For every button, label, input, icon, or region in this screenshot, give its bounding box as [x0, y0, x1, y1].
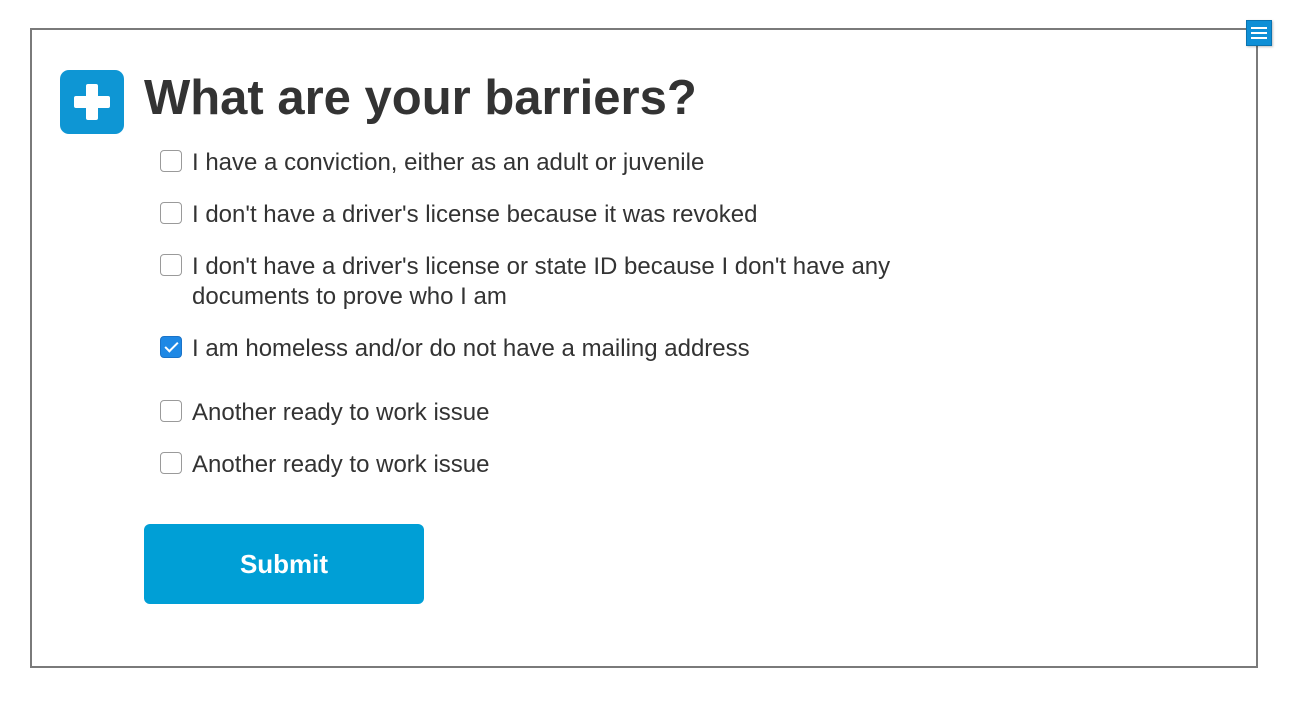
option-conviction[interactable]: I have a conviction, either as an adult … — [160, 148, 972, 178]
option-homeless[interactable]: I am homeless and/or do not have a maili… — [160, 334, 972, 364]
option-label: I don't have a driver's license because … — [192, 201, 758, 228]
option-other-issue-1[interactable]: Another ready to work issue — [160, 398, 972, 428]
checkbox-other-issue-1[interactable] — [160, 400, 182, 422]
submit-button[interactable]: Submit — [144, 524, 424, 604]
checkbox-conviction[interactable] — [160, 150, 182, 172]
page-title: What are your barriers? — [144, 71, 697, 125]
option-no-documents[interactable]: I don't have a driver's license or state… — [160, 252, 972, 312]
checkbox-other-issue-2[interactable] — [160, 452, 182, 474]
checkbox-homeless[interactable] — [160, 336, 182, 358]
option-label: Another ready to work issue — [192, 451, 490, 478]
option-label: I don't have a driver's license or state… — [192, 253, 891, 310]
option-label: I have a conviction, either as an adult … — [192, 149, 705, 176]
checkbox-license-revoked[interactable] — [160, 202, 182, 224]
option-label: Another ready to work issue — [192, 399, 490, 426]
plus-icon — [60, 70, 124, 134]
option-other-issue-2[interactable]: Another ready to work issue — [160, 450, 972, 480]
option-license-revoked[interactable]: I don't have a driver's license because … — [160, 200, 972, 230]
checkbox-no-documents[interactable] — [160, 254, 182, 276]
hamburger-menu-icon[interactable] — [1246, 20, 1272, 46]
option-label: I am homeless and/or do not have a maili… — [192, 335, 750, 362]
